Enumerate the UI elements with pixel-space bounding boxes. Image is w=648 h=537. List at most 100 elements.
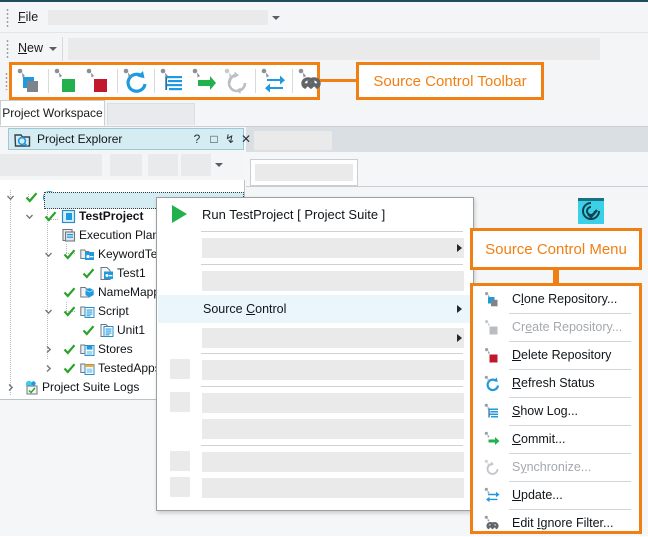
menu-file[interactable]: File <box>18 10 38 24</box>
tree-node-label: TestedApps <box>98 361 161 376</box>
toolbar-button-synchronize[interactable] <box>221 65 253 97</box>
submenu-item-delete-repository[interactable]: Delete Repository <box>472 342 642 369</box>
submenu-item-edit-ignore-filter[interactable]: Edit Ignore Filter... <box>472 510 642 537</box>
update-icon <box>483 486 502 505</box>
submenu-item-show-log-label: Show Log... <box>512 404 578 418</box>
context-menu-blank-label <box>202 452 464 472</box>
toolbar-button-show-log[interactable] <box>157 65 189 97</box>
toolbar-button-delete-repository[interactable] <box>83 65 115 97</box>
toolbar-divider-2 <box>117 69 118 93</box>
submenu-item-create-repository[interactable]: Create Repository... <box>472 314 642 341</box>
panel-help-button[interactable]: ? <box>190 132 204 147</box>
menu-new[interactable]: New <box>18 41 43 55</box>
tree-expander-down-icon[interactable] <box>44 250 53 259</box>
toolbar-button-refresh-status[interactable] <box>120 65 152 97</box>
new-chevron-down-icon[interactable] <box>49 47 57 51</box>
toolbar-button-create-repository[interactable] <box>51 65 83 97</box>
panel-close-button[interactable]: ✕ <box>239 132 253 147</box>
context-menu-separator <box>201 445 463 446</box>
source-control-toolbar-grip[interactable] <box>5 72 8 90</box>
tree-checkbox-checked-icon[interactable] <box>82 267 95 280</box>
panel-pin-button[interactable]: ↯ <box>223 132 237 147</box>
context-menu-item-blank-3[interactable] <box>158 324 474 352</box>
context-menu-blank-label <box>202 271 464 291</box>
context-menu-item-blank-5[interactable] <box>158 389 474 417</box>
toolbar-divider-1 <box>48 69 49 93</box>
submenu-item-clone-repository[interactable]: Clone Repository... <box>472 286 642 313</box>
context-menu-item-blank-6[interactable] <box>158 415 474 443</box>
tab-secondary-placeholder[interactable] <box>107 103 195 125</box>
submenu-item-update[interactable]: Update... <box>472 482 642 509</box>
create-repository-icon <box>51 65 83 97</box>
context-menu-blank-icon <box>170 451 190 471</box>
submenu-chevron-right-icon <box>457 244 462 252</box>
context-menu: Run TestProject [ Project Suite ] Source… <box>156 197 474 511</box>
explorer-toolbar-chevron-down-icon[interactable] <box>215 163 223 167</box>
context-menu-blank-label <box>202 478 464 498</box>
tree-checkbox-checked-icon[interactable] <box>82 324 95 337</box>
context-menu-item-run[interactable]: Run TestProject [ Project Suite ] <box>158 199 474 229</box>
application-window: File New <box>0 0 648 536</box>
clone-repository-icon <box>14 65 46 97</box>
tree-expander-right-icon[interactable] <box>44 364 53 373</box>
tree-checkbox-checked-icon[interactable] <box>63 362 76 375</box>
explorer-toolbar-group-4[interactable] <box>181 154 211 176</box>
annotation-source-control-menu-label: Source Control Menu <box>485 241 627 258</box>
edit-ignore-filter-icon <box>483 514 502 533</box>
menu-overflow-chevron-down-icon[interactable] <box>272 16 280 20</box>
name-mapping-icon <box>80 285 95 300</box>
tree-expander-down-icon[interactable] <box>44 307 53 316</box>
tree-expander-down-icon[interactable] <box>25 212 34 221</box>
submenu-item-synchronize[interactable]: Synchronize... <box>472 454 642 481</box>
toolbar-grip-handle-2[interactable] <box>6 39 9 59</box>
context-menu-item-blank-7[interactable] <box>158 448 474 476</box>
menu-bar-row-file: File <box>0 4 648 33</box>
tree-expander-right-icon[interactable] <box>6 383 15 392</box>
tree-node-label: Project Suite Logs <box>42 380 139 395</box>
delete-repository-icon <box>83 65 115 97</box>
context-menu-item-blank-8[interactable] <box>158 474 474 502</box>
toolbar-button-commit[interactable] <box>189 65 221 97</box>
context-menu-separator <box>201 264 463 265</box>
menu-bar-placeholder-1 <box>48 10 268 25</box>
submenu-chevron-right-icon <box>457 334 462 342</box>
tree-expander-down-icon[interactable] <box>6 193 15 202</box>
menu-bar-placeholder-2 <box>68 38 600 60</box>
source-control-submenu: Clone Repository... Create Repository... <box>470 283 642 534</box>
tree-checkbox-checked-icon[interactable] <box>63 343 76 356</box>
workspace-tab-strip: Project Workspace <box>0 100 648 127</box>
context-menu-blank-label <box>202 419 464 439</box>
tree-checkbox-checked-icon[interactable] <box>25 191 38 204</box>
script-unit-icon <box>99 323 114 338</box>
submenu-item-show-log[interactable]: Show Log... <box>472 398 642 425</box>
tree-checkbox-checked-icon[interactable] <box>63 248 76 261</box>
explorer-toolbar-group-1[interactable] <box>0 154 102 176</box>
tree-checkbox-checked-icon[interactable] <box>44 210 57 223</box>
toolbar-button-clone-repository[interactable] <box>14 65 46 97</box>
toolbar-divider-4 <box>255 69 256 93</box>
context-menu-item-run-label: Run TestProject [ Project Suite ] <box>202 207 385 222</box>
toolbar-grip-handle[interactable] <box>6 8 9 28</box>
tree-checkbox-checked-icon[interactable] <box>63 286 76 299</box>
context-menu-item-blank-4[interactable] <box>158 356 474 384</box>
tab-project-workspace[interactable]: Project Workspace <box>0 100 105 126</box>
tree-checkbox-checked-icon[interactable] <box>63 305 76 318</box>
context-menu-item-source-control[interactable]: Source Control <box>158 295 474 323</box>
panel-maximize-button[interactable]: □ <box>207 132 221 147</box>
submenu-item-commit[interactable]: Commit... <box>472 426 642 453</box>
panel-project-explorer-title: Project Explorer <box>37 132 122 146</box>
submenu-item-create-repository-label: Create Repository... <box>512 320 622 334</box>
source-control-status-icon <box>578 198 604 224</box>
toolbar-separator <box>62 37 63 61</box>
tree-node-label: Script <box>98 304 129 319</box>
tree-expander-right-icon[interactable] <box>44 345 53 354</box>
submenu-item-refresh-status[interactable]: Refresh Status <box>472 370 642 397</box>
context-menu-item-blank-1[interactable] <box>158 234 474 262</box>
submenu-item-update-label: Update... <box>512 488 563 502</box>
context-menu-blank-icon <box>170 359 190 379</box>
project-icon <box>61 209 76 224</box>
explorer-toolbar-group-3[interactable] <box>148 154 178 176</box>
toolbar-button-update[interactable] <box>258 65 290 97</box>
context-menu-item-blank-2[interactable] <box>158 267 474 295</box>
explorer-toolbar-group-2[interactable] <box>110 154 142 176</box>
